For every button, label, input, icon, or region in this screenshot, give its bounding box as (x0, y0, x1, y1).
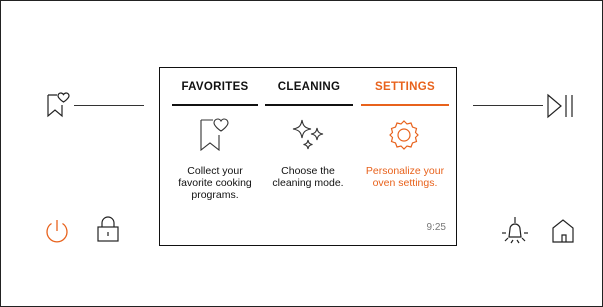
tab-label: FAVORITES (181, 81, 249, 93)
divider-line-left (74, 105, 144, 106)
power-icon[interactable] (43, 217, 71, 245)
bookmark-heart-icon[interactable] (45, 91, 73, 119)
gear-icon (387, 118, 421, 152)
tab-favorites[interactable]: FAVORITES (172, 76, 258, 106)
clock-time: 9:25 (426, 222, 446, 233)
bookmark-heart-icon (198, 116, 234, 154)
divider-line-right (473, 105, 543, 106)
tab-label: SETTINGS (375, 81, 435, 93)
tab-description-cleaning: Choose the cleaning mode. (272, 165, 344, 189)
tab-description-favorites: Collect your favorite cooking programs. (178, 165, 252, 201)
tab-label: CLEANING (277, 81, 341, 93)
sparkle-icon (289, 116, 329, 154)
display-screen: FAVORITES CLEANING SETTINGS Collect your… (159, 67, 457, 246)
tab-description-settings: Personalize your oven settings. (365, 165, 445, 189)
tab-underline (265, 104, 353, 106)
tab-cleaning[interactable]: CLEANING (265, 76, 353, 106)
home-icon[interactable] (550, 217, 576, 245)
tab-underline (172, 104, 258, 106)
play-pause-icon[interactable] (546, 93, 576, 119)
tab-settings[interactable]: SETTINGS (361, 76, 449, 106)
lock-icon[interactable] (95, 214, 121, 244)
light-bulb-icon[interactable] (500, 215, 530, 247)
control-panel: FAVORITES CLEANING SETTINGS Collect your… (0, 0, 603, 307)
tab-underline (361, 104, 449, 106)
